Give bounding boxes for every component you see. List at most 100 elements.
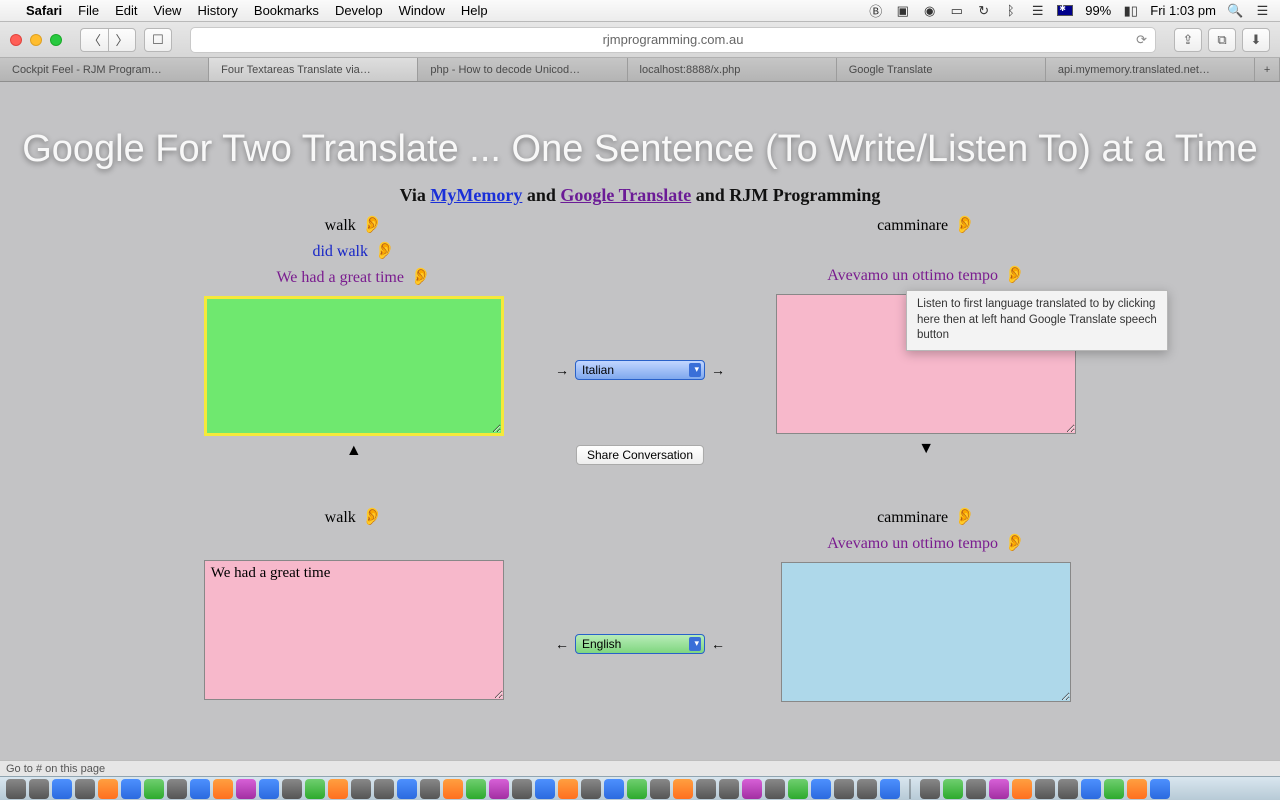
dock-app-icon[interactable] <box>466 779 486 799</box>
ear-icon[interactable]: 👂 <box>362 507 383 526</box>
ear-icon[interactable]: 👂 <box>362 215 383 234</box>
sidebar-button[interactable]: ☐ <box>144 28 172 52</box>
address-bar[interactable]: rjmprogramming.com.au ⟳ <box>190 27 1156 53</box>
back-button[interactable]: 〈 <box>80 28 108 52</box>
dock-app-icon[interactable] <box>673 779 693 799</box>
ear-icon[interactable]: 👂 <box>374 241 395 260</box>
dock-app-icon[interactable] <box>650 779 670 799</box>
window-close-button[interactable] <box>10 34 22 46</box>
tabs-button[interactable]: ⧉ <box>1208 28 1236 52</box>
menu-view[interactable]: View <box>154 3 182 18</box>
dock-app-icon[interactable] <box>420 779 440 799</box>
input-flag-icon[interactable] <box>1057 5 1073 16</box>
dock-app-icon[interactable] <box>351 779 371 799</box>
app-name[interactable]: Safari <box>26 3 62 18</box>
menu-history[interactable]: History <box>197 3 237 18</box>
window-zoom-button[interactable] <box>50 34 62 46</box>
menu-window[interactable]: Window <box>399 3 445 18</box>
dock-app-icon[interactable] <box>259 779 279 799</box>
menu-bookmarks[interactable]: Bookmarks <box>254 3 319 18</box>
ear-icon[interactable]: 👂 <box>954 215 975 234</box>
arrow-down-icon[interactable]: ▼ <box>682 440 1170 458</box>
dock-app-icon[interactable] <box>1058 779 1078 799</box>
tab-2[interactable]: php - How to decode Unicod… <box>418 58 627 81</box>
tab-1[interactable]: Four Textareas Translate via… <box>209 58 418 81</box>
spotlight-icon[interactable]: 🔍 <box>1228 3 1243 18</box>
downloads-button[interactable]: ⬇ <box>1242 28 1270 52</box>
dock-app-icon[interactable] <box>1104 779 1124 799</box>
dock-app-icon[interactable] <box>397 779 417 799</box>
reload-icon[interactable]: ⟳ <box>1136 32 1147 48</box>
dock-app-icon[interactable] <box>328 779 348 799</box>
tr-label-1[interactable]: camminare <box>877 217 948 234</box>
dock-app-icon[interactable] <box>834 779 854 799</box>
tl-label-1[interactable]: walk <box>325 217 356 234</box>
dock-app-icon[interactable] <box>719 779 739 799</box>
dock-app-icon[interactable] <box>1035 779 1055 799</box>
dock-app-icon[interactable] <box>1081 779 1101 799</box>
link-mymemory[interactable]: MyMemory <box>430 185 522 205</box>
dock-app-icon[interactable] <box>236 779 256 799</box>
link-google-translate[interactable]: Google Translate <box>560 185 691 205</box>
ear-icon[interactable]: 👂 <box>1004 533 1025 552</box>
ear-icon[interactable]: 👂 <box>1004 265 1025 284</box>
dock-app-icon[interactable] <box>989 779 1009 799</box>
dock-app-icon[interactable] <box>305 779 325 799</box>
dock-app-icon[interactable] <box>943 779 963 799</box>
new-tab-button[interactable]: + <box>1255 58 1280 81</box>
notifications-icon[interactable]: ☰ <box>1255 3 1270 18</box>
dock-app-icon[interactable] <box>742 779 762 799</box>
share-conversation-button[interactable]: Share Conversation <box>576 445 704 465</box>
dock-app-icon[interactable] <box>374 779 394 799</box>
arrow-up-icon[interactable]: ▲ <box>110 442 598 460</box>
window-minimize-button[interactable] <box>30 34 42 46</box>
dock-app-icon[interactable] <box>765 779 785 799</box>
tl-label-3[interactable]: We had a great time <box>276 269 404 286</box>
textarea-top-left[interactable] <box>204 296 504 436</box>
dock-app-icon[interactable] <box>920 779 940 799</box>
dock-app-icon[interactable] <box>581 779 601 799</box>
ear-icon[interactable]: 👂 <box>410 267 431 286</box>
br-label-1[interactable]: camminare <box>877 509 948 526</box>
dock-app-icon[interactable] <box>144 779 164 799</box>
language-select-bottom[interactable]: English <box>575 634 705 654</box>
forward-button[interactable]: 〉 <box>108 28 136 52</box>
dock-app-icon[interactable] <box>788 779 808 799</box>
tr-label-3[interactable]: Avevamo un ottimo tempo <box>827 267 998 284</box>
dock-app-icon[interactable] <box>811 779 831 799</box>
dock-app-icon[interactable] <box>213 779 233 799</box>
dock-app-icon[interactable] <box>121 779 141 799</box>
dock-app-icon[interactable] <box>696 779 716 799</box>
dock-app-icon[interactable] <box>1012 779 1032 799</box>
tab-5[interactable]: api.mymemory.translated.net… <box>1046 58 1255 81</box>
textarea-bottom-right[interactable] <box>781 562 1071 702</box>
dock-app-icon[interactable] <box>282 779 302 799</box>
wifi-icon[interactable]: ☰ <box>1030 3 1045 18</box>
br-label-3[interactable]: Avevamo un ottimo tempo <box>827 535 998 552</box>
dock-app-icon[interactable] <box>512 779 532 799</box>
dock-app-icon[interactable] <box>966 779 986 799</box>
dock-app-icon[interactable] <box>443 779 463 799</box>
menu-edit[interactable]: Edit <box>115 3 137 18</box>
dock-app-icon[interactable] <box>604 779 624 799</box>
dock-app-icon[interactable] <box>29 779 49 799</box>
dock-app-icon[interactable] <box>75 779 95 799</box>
tab-3[interactable]: localhost:8888/x.php <box>628 58 837 81</box>
dock-app-icon[interactable] <box>535 779 555 799</box>
menubar-clock[interactable]: Fri 1:03 pm <box>1150 3 1216 18</box>
dock-app-icon[interactable] <box>190 779 210 799</box>
menu-file[interactable]: File <box>78 3 99 18</box>
bluetooth-icon[interactable]: ᛒ <box>1003 3 1018 18</box>
dock-trash-icon[interactable] <box>1150 779 1170 799</box>
bl-label-1[interactable]: walk <box>325 509 356 526</box>
dock-app-icon[interactable] <box>558 779 578 799</box>
status-icon-ext[interactable]: ▣ <box>895 3 910 18</box>
tl-label-2[interactable]: did walk <box>312 243 368 260</box>
share-button[interactable]: ⇪ <box>1174 28 1202 52</box>
dock-app-icon[interactable] <box>6 779 26 799</box>
ear-icon[interactable]: 👂 <box>954 507 975 526</box>
status-icon-sync[interactable]: ◉ <box>922 3 937 18</box>
timemachine-icon[interactable]: ↻ <box>976 3 991 18</box>
battery-icon[interactable]: ▮▯ <box>1123 3 1138 18</box>
dock-app-icon[interactable] <box>489 779 509 799</box>
